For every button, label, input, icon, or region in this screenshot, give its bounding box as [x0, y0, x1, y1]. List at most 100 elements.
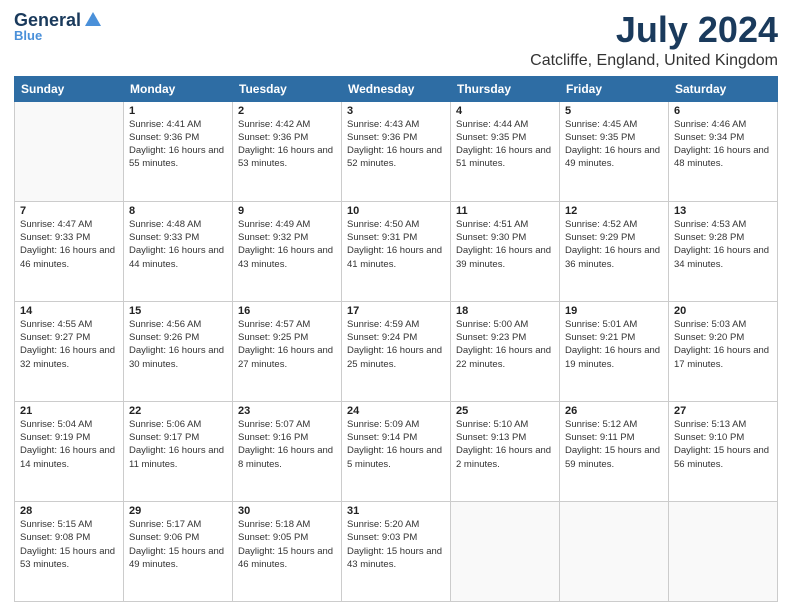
day-info: Sunrise: 4:46 AM Sunset: 9:34 PM Dayligh… [674, 118, 772, 171]
day-number: 1 [129, 105, 227, 117]
daylight-text: Daylight: 16 hours and 48 minutes. [674, 145, 769, 169]
day-info: Sunrise: 4:57 AM Sunset: 9:25 PM Dayligh… [238, 318, 336, 371]
day-info: Sunrise: 5:09 AM Sunset: 9:14 PM Dayligh… [347, 418, 445, 471]
logo: General Blue [14, 10, 103, 43]
sunset-text: Sunset: 9:35 PM [456, 132, 526, 143]
day-info: Sunrise: 5:18 AM Sunset: 9:05 PM Dayligh… [238, 518, 336, 571]
day-number: 7 [20, 205, 118, 217]
day-number: 13 [674, 205, 772, 217]
day-number: 10 [347, 205, 445, 217]
logo-blue: Blue [14, 28, 42, 43]
sunrise-text: Sunrise: 5:03 AM [674, 319, 746, 330]
calendar-header-row: Sunday Monday Tuesday Wednesday Thursday… [15, 76, 778, 101]
day-number: 20 [674, 305, 772, 317]
table-row [669, 501, 778, 601]
day-info: Sunrise: 5:07 AM Sunset: 9:16 PM Dayligh… [238, 418, 336, 471]
day-number: 6 [674, 105, 772, 117]
table-row: 11 Sunrise: 4:51 AM Sunset: 9:30 PM Dayl… [451, 201, 560, 301]
sunset-text: Sunset: 9:03 PM [347, 532, 417, 543]
daylight-text: Daylight: 15 hours and 49 minutes. [129, 546, 224, 570]
daylight-text: Daylight: 16 hours and 11 minutes. [129, 445, 224, 469]
daylight-text: Daylight: 16 hours and 51 minutes. [456, 145, 551, 169]
daylight-text: Daylight: 15 hours and 46 minutes. [238, 546, 333, 570]
logo-triangle-icon [83, 10, 103, 30]
day-number: 27 [674, 405, 772, 417]
sunset-text: Sunset: 9:30 PM [456, 232, 526, 243]
sunrise-text: Sunrise: 4:56 AM [129, 319, 201, 330]
table-row [560, 501, 669, 601]
sunrise-text: Sunrise: 5:10 AM [456, 419, 528, 430]
sunrise-text: Sunrise: 4:57 AM [238, 319, 310, 330]
day-info: Sunrise: 5:01 AM Sunset: 9:21 PM Dayligh… [565, 318, 663, 371]
day-info: Sunrise: 5:13 AM Sunset: 9:10 PM Dayligh… [674, 418, 772, 471]
day-info: Sunrise: 5:20 AM Sunset: 9:03 PM Dayligh… [347, 518, 445, 571]
table-row: 2 Sunrise: 4:42 AM Sunset: 9:36 PM Dayli… [233, 101, 342, 201]
daylight-text: Daylight: 16 hours and 43 minutes. [238, 245, 333, 269]
table-row: 25 Sunrise: 5:10 AM Sunset: 9:13 PM Dayl… [451, 401, 560, 501]
sunset-text: Sunset: 9:08 PM [20, 532, 90, 543]
day-info: Sunrise: 5:04 AM Sunset: 9:19 PM Dayligh… [20, 418, 118, 471]
day-info: Sunrise: 4:48 AM Sunset: 9:33 PM Dayligh… [129, 218, 227, 271]
sunrise-text: Sunrise: 4:53 AM [674, 219, 746, 230]
sunrise-text: Sunrise: 4:50 AM [347, 219, 419, 230]
table-row: 8 Sunrise: 4:48 AM Sunset: 9:33 PM Dayli… [124, 201, 233, 301]
day-info: Sunrise: 5:12 AM Sunset: 9:11 PM Dayligh… [565, 418, 663, 471]
sunset-text: Sunset: 9:33 PM [20, 232, 90, 243]
table-row: 3 Sunrise: 4:43 AM Sunset: 9:36 PM Dayli… [342, 101, 451, 201]
table-row: 18 Sunrise: 5:00 AM Sunset: 9:23 PM Dayl… [451, 301, 560, 401]
calendar-week-row: 7 Sunrise: 4:47 AM Sunset: 9:33 PM Dayli… [15, 201, 778, 301]
daylight-text: Daylight: 16 hours and 53 minutes. [238, 145, 333, 169]
day-info: Sunrise: 4:47 AM Sunset: 9:33 PM Dayligh… [20, 218, 118, 271]
daylight-text: Daylight: 16 hours and 44 minutes. [129, 245, 224, 269]
table-row: 31 Sunrise: 5:20 AM Sunset: 9:03 PM Dayl… [342, 501, 451, 601]
sunset-text: Sunset: 9:32 PM [238, 232, 308, 243]
daylight-text: Daylight: 16 hours and 32 minutes. [20, 345, 115, 369]
sunrise-text: Sunrise: 5:15 AM [20, 519, 92, 530]
table-row: 7 Sunrise: 4:47 AM Sunset: 9:33 PM Dayli… [15, 201, 124, 301]
sunrise-text: Sunrise: 4:42 AM [238, 119, 310, 130]
day-info: Sunrise: 4:55 AM Sunset: 9:27 PM Dayligh… [20, 318, 118, 371]
day-info: Sunrise: 4:44 AM Sunset: 9:35 PM Dayligh… [456, 118, 554, 171]
daylight-text: Daylight: 16 hours and 25 minutes. [347, 345, 442, 369]
sunset-text: Sunset: 9:36 PM [347, 132, 417, 143]
col-tuesday: Tuesday [233, 76, 342, 101]
sunset-text: Sunset: 9:11 PM [565, 432, 635, 443]
sunrise-text: Sunrise: 5:04 AM [20, 419, 92, 430]
table-row: 17 Sunrise: 4:59 AM Sunset: 9:24 PM Dayl… [342, 301, 451, 401]
day-number: 25 [456, 405, 554, 417]
main-title: July 2024 [530, 10, 778, 50]
sunrise-text: Sunrise: 5:00 AM [456, 319, 528, 330]
sunset-text: Sunset: 9:19 PM [20, 432, 90, 443]
page: General Blue July 2024 Catcliffe, Englan… [0, 0, 792, 612]
day-number: 2 [238, 105, 336, 117]
day-number: 16 [238, 305, 336, 317]
day-number: 19 [565, 305, 663, 317]
day-number: 12 [565, 205, 663, 217]
day-number: 14 [20, 305, 118, 317]
daylight-text: Daylight: 15 hours and 53 minutes. [20, 546, 115, 570]
daylight-text: Daylight: 16 hours and 52 minutes. [347, 145, 442, 169]
day-number: 26 [565, 405, 663, 417]
day-number: 22 [129, 405, 227, 417]
daylight-text: Daylight: 16 hours and 8 minutes. [238, 445, 333, 469]
sunset-text: Sunset: 9:25 PM [238, 332, 308, 343]
calendar-week-row: 21 Sunrise: 5:04 AM Sunset: 9:19 PM Dayl… [15, 401, 778, 501]
table-row: 16 Sunrise: 4:57 AM Sunset: 9:25 PM Dayl… [233, 301, 342, 401]
sunset-text: Sunset: 9:24 PM [347, 332, 417, 343]
table-row: 14 Sunrise: 4:55 AM Sunset: 9:27 PM Dayl… [15, 301, 124, 401]
col-friday: Friday [560, 76, 669, 101]
sunset-text: Sunset: 9:36 PM [129, 132, 199, 143]
day-info: Sunrise: 4:53 AM Sunset: 9:28 PM Dayligh… [674, 218, 772, 271]
day-info: Sunrise: 4:49 AM Sunset: 9:32 PM Dayligh… [238, 218, 336, 271]
sunset-text: Sunset: 9:17 PM [129, 432, 199, 443]
sunrise-text: Sunrise: 5:07 AM [238, 419, 310, 430]
sunrise-text: Sunrise: 4:49 AM [238, 219, 310, 230]
table-row: 29 Sunrise: 5:17 AM Sunset: 9:06 PM Dayl… [124, 501, 233, 601]
table-row: 23 Sunrise: 5:07 AM Sunset: 9:16 PM Dayl… [233, 401, 342, 501]
daylight-text: Daylight: 16 hours and 36 minutes. [565, 245, 660, 269]
header: General Blue July 2024 Catcliffe, Englan… [14, 10, 778, 70]
sunset-text: Sunset: 9:35 PM [565, 132, 635, 143]
sunrise-text: Sunrise: 4:47 AM [20, 219, 92, 230]
sunset-text: Sunset: 9:14 PM [347, 432, 417, 443]
sunset-text: Sunset: 9:16 PM [238, 432, 308, 443]
